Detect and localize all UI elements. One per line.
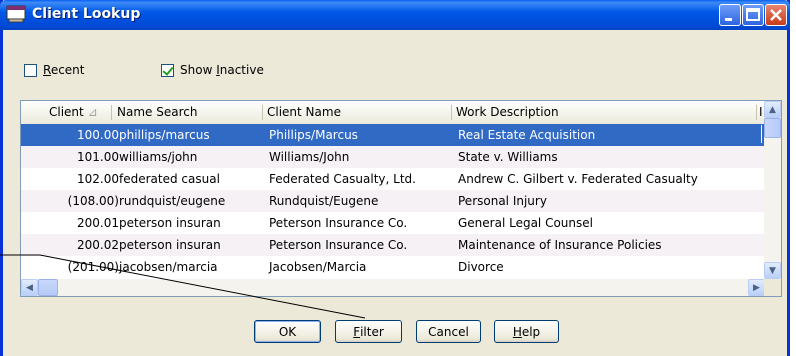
cell-name-search: peterson insuran (119, 216, 221, 230)
recent-label: Recent (43, 63, 85, 77)
table-row[interactable]: (201.00) jacobsen/marcia Jacobsen/Marcia Di… (21, 256, 765, 278)
scroll-up-button[interactable]: ▲ (764, 101, 781, 118)
filter-button[interactable]: Filter (335, 320, 402, 343)
maximize-button[interactable] (742, 4, 764, 26)
cell-client: 200.02 (77, 238, 119, 252)
table-row[interactable]: (108.00) rundquist/eugene Rundquist/Eugene… (21, 190, 765, 212)
arrow-left-icon: ◀ (26, 282, 33, 293)
cell-name-search: jacobsen/marcia (119, 260, 218, 274)
recent-checkbox-box[interactable] (24, 63, 37, 77)
cell-work-description: Personal Injury (458, 194, 547, 208)
table-row[interactable]: 101.00 williams/john Williams/John State v.… (21, 146, 765, 168)
cell-client: 100.00 (77, 128, 119, 142)
cell-client: (201.00) (67, 260, 119, 274)
recent-checkbox[interactable]: Recent (24, 63, 85, 77)
close-icon (770, 9, 782, 21)
cell-name-search: phillips/marcus (119, 128, 210, 142)
show-inactive-checkbox-box[interactable] (161, 63, 174, 77)
client-lookup-dialog: Client Lookup Recent Show Inactive Clien… (0, 0, 790, 356)
table-row[interactable]: 200.02 peterson insuran Peterson Insurance… (21, 234, 765, 256)
client-list[interactable]: Client ⊿ Name Search Client Name Work De… (20, 100, 782, 297)
table-row[interactable]: 200.01 peterson insuran Peterson Insurance… (21, 212, 765, 234)
cell-work-description: Andrew C. Gilbert v. Federated Casualty (458, 172, 698, 186)
cancel-button[interactable]: Cancel (416, 320, 481, 343)
cell-client-name: Federated Casualty, Ltd. (269, 172, 416, 186)
cell-client: 102.00 (77, 172, 119, 186)
column-header-extra[interactable]: I (759, 105, 763, 119)
cell-client-name: Jacobsen/Marcia (269, 260, 367, 274)
table-row[interactable]: 100.00 phillips/marcus Phillips/Marcus Real… (21, 124, 765, 146)
column-header-name-search[interactable]: Name Search (117, 105, 197, 119)
arrow-right-icon: ▶ (753, 282, 760, 293)
cell-name-search: rundquist/eugene (119, 194, 226, 208)
cell-work-description: General Legal Counsel (458, 216, 593, 230)
cell-client-name: Williams/John (269, 150, 350, 164)
app-window-icon (6, 5, 26, 23)
vertical-scroll-thumb[interactable] (764, 118, 781, 138)
cell-work-description: Divorce (458, 260, 504, 274)
maximize-icon (746, 8, 760, 21)
sort-arrow-icon: ⊿ (87, 105, 98, 119)
scroll-left-button[interactable]: ◀ (21, 279, 38, 296)
minimize-button[interactable] (719, 4, 741, 26)
arrow-up-icon: ▲ (769, 104, 776, 115)
cell-name-search: federated casual (119, 172, 220, 186)
column-header-client-name[interactable]: Client Name (267, 105, 341, 119)
close-button[interactable] (765, 4, 787, 26)
scroll-down-button[interactable]: ▼ (764, 262, 781, 279)
cell-client-name: Phillips/Marcus (269, 128, 358, 142)
list-header: Client ⊿ Name Search Client Name Work De… (21, 101, 765, 125)
minimize-icon (725, 18, 732, 21)
horizontal-scroll-thumb[interactable] (38, 279, 58, 296)
column-header-work-description[interactable]: Work Description (456, 105, 559, 119)
cell-client: 200.01 (77, 216, 119, 230)
window-title: Client Lookup (32, 6, 141, 22)
cell-name-search: williams/john (119, 150, 198, 164)
cell-work-description: Real Estate Acquisition (458, 128, 596, 142)
cell-client-name: Peterson Insurance Co. (269, 216, 408, 230)
table-row[interactable]: 102.00 federated casual Federated Casualty… (21, 168, 765, 190)
cell-name-search: peterson insuran (119, 238, 221, 252)
cell-work-description: State v. Williams (458, 150, 558, 164)
show-inactive-checkbox[interactable]: Show Inactive (161, 63, 264, 77)
cell-client: (108.00) (67, 194, 119, 208)
scrollbar-corner (764, 279, 781, 296)
scroll-right-button[interactable]: ▶ (748, 279, 765, 296)
cell-client-name: Rundquist/Eugene (269, 194, 379, 208)
cell-work-description: Maintenance of Insurance Policies (458, 238, 662, 252)
cell-client-name: Peterson Insurance Co. (269, 238, 408, 252)
help-button[interactable]: Help (494, 320, 559, 343)
show-inactive-label: Show Inactive (180, 63, 264, 77)
ok-button[interactable]: OK (254, 320, 321, 343)
vertical-scrollbar[interactable]: ▲ ▼ (764, 101, 781, 279)
title-bar[interactable]: Client Lookup (0, 0, 790, 30)
horizontal-scrollbar[interactable]: ◀ ▶ (21, 279, 765, 296)
column-header-client[interactable]: Client ⊿ (49, 105, 98, 119)
cell-client: 101.00 (77, 150, 119, 164)
arrow-down-icon: ▼ (769, 265, 776, 276)
